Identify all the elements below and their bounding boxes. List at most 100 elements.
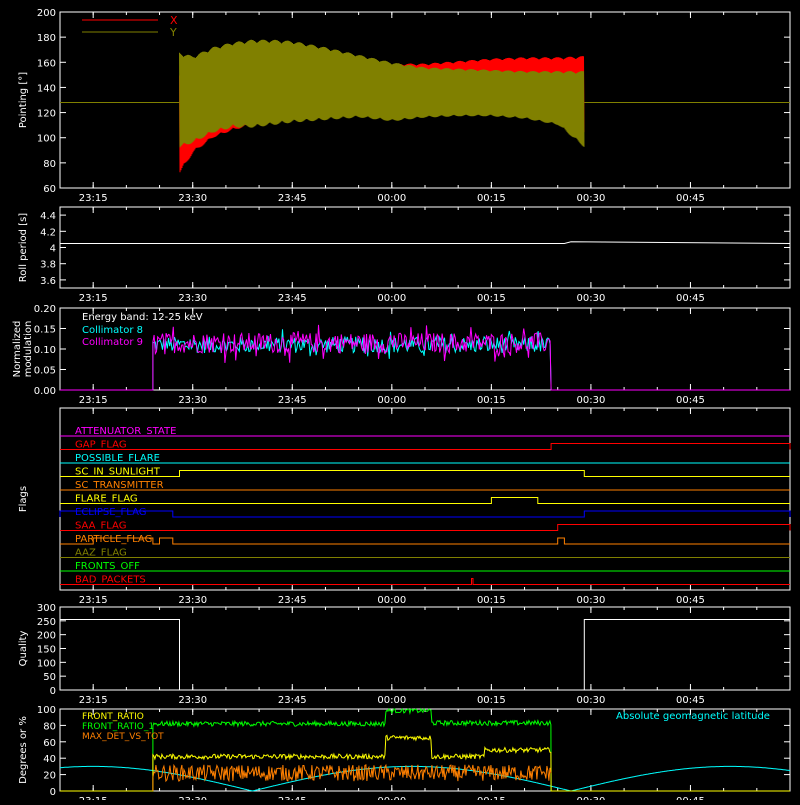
flag-label-possible-flare: POSSIBLE_FLARE [75, 453, 160, 464]
y-tick-label: 40 [43, 754, 56, 765]
x-tick-label: 00:30 [576, 595, 605, 606]
y-tick-label: 250 [37, 617, 56, 628]
flag-label-fronts-off: FRONTS_OFF [75, 561, 140, 572]
x-tick-label: 23:15 [79, 695, 108, 706]
y-tick-label: 160 [37, 58, 56, 69]
x-tick-label: 23:45 [278, 796, 307, 800]
x-tick-label: 00:30 [576, 796, 605, 800]
y-tick-label: 4.4 [40, 211, 56, 222]
x-tick-label: 00:15 [477, 695, 506, 706]
series-collimator-8 [60, 329, 790, 391]
x-tick-label: 00:15 [477, 796, 506, 800]
y-tick-label: 300 [37, 603, 56, 614]
y-tick-label: 20 [43, 771, 56, 782]
series-y [179, 39, 585, 148]
flag-label-sc-transmitter: SC_TRANSMITTER [75, 480, 164, 491]
x-tick-label: 00:30 [576, 695, 605, 706]
legend-label-max-det-vs-tot: MAX_DET_VS_TOT [82, 732, 164, 742]
y-tick-label: 4.2 [40, 227, 56, 238]
x-tick-label: 23:15 [79, 395, 108, 406]
y-axis-label: Pointing [°] [18, 72, 29, 128]
flag-label-flare-flag: FLARE_FLAG [75, 494, 138, 505]
rhessi-summary-figure: 23:15 23:30 23:45 00:00 00:15 00:30 00:45 Point… [0, 0, 800, 805]
x-tick-label: 00:15 [477, 193, 506, 204]
x-tick-label: 00:45 [676, 395, 705, 406]
y-tick-label: 3.6 [40, 276, 56, 287]
flag-line-particle-flag [60, 537, 790, 545]
flag-label-eclipse-flag: ECLIPSE_FLAG [75, 507, 146, 518]
x-tick-label: 00:45 [676, 595, 705, 606]
figure-canvas: 23:15 23:30 23:45 00:00 00:15 00:30 00:45 Point… [12, 8, 791, 805]
x-tick-label: 00:00 [377, 595, 406, 606]
panel-1: 23:15 23:30 23:45 00:00 00:15 00:30 00:45 Point… [18, 8, 791, 204]
x-tick-label: 23:30 [178, 193, 207, 204]
flag-line-bad-packets [60, 578, 790, 585]
flag-label-aaz-flag: AAZ_FLAG [75, 548, 127, 559]
y-axis-label: Roll period [s] [18, 213, 29, 282]
flag-line-gap-flag [60, 443, 791, 450]
flag-label-gap-flag: GAP_FLAG [75, 440, 127, 451]
energy-band-annotation: Energy band: 12-25 keV [82, 312, 203, 323]
y-tick-label: 0.15 [34, 325, 56, 336]
legend-label-front-ratio-1: FRONT_RATIO_1 [82, 722, 154, 732]
flag-label-sc-in-sunlight: SC_IN_SUNLIGHT [75, 467, 161, 478]
x-tick-label: 23:30 [178, 796, 207, 800]
legend-label-y: Y [169, 26, 177, 39]
y-tick-label: 80 [43, 159, 56, 170]
y-tick-label: 50 [43, 672, 56, 683]
x-tick-label: 23:30 [178, 293, 207, 304]
x-tick-label: 00:30 [576, 395, 605, 406]
series-quality [60, 619, 790, 691]
x-tick-label: 23:45 [278, 595, 307, 606]
x-tick-label: 00:00 [377, 193, 406, 204]
x-tick-label: 00:15 [477, 293, 506, 304]
y-axis-label: Degrees or % [18, 716, 29, 784]
series-collimator-9 [60, 324, 790, 391]
panel-5: 23:15 23:30 23:45 00:00 00:15 00:30 00:45 Quali… [18, 603, 791, 706]
y-tick-label: 0.10 [34, 345, 56, 356]
x-tick-label: 23:45 [278, 695, 307, 706]
flag-line-eclipse-flag [59, 510, 791, 518]
legend-label-geomagnetic-latitude: Absolute geomagnetic latitude [616, 711, 770, 722]
y-tick-label: 4 [50, 244, 56, 255]
y-tick-label: 0 [50, 787, 56, 798]
y-tick-label: 60 [43, 184, 56, 195]
series-roll-period [60, 241, 791, 244]
flag-label-particle-flag: PARTICLE_FLAG [75, 534, 152, 545]
x-tick-label: 00:00 [377, 395, 406, 406]
flag-line-sc-in-sunlight [60, 470, 790, 477]
y-tick-label: 0.20 [34, 304, 56, 315]
x-tick-label: 23:15 [79, 595, 108, 606]
y-tick-label: 150 [37, 645, 56, 656]
y-tick-label: 100 [37, 658, 56, 669]
x-tick-label: 00:45 [676, 695, 705, 706]
x-tick-label: 23:30 [178, 695, 207, 706]
x-tick-label: 23:30 [178, 395, 207, 406]
x-tick-label: 23:15 [79, 193, 108, 204]
x-tick-label: 00:00 [377, 293, 406, 304]
panel-2: 23:15 23:30 23:45 00:00 00:15 00:30 00:45 Roll … [18, 206, 791, 304]
panel-6: 23:15 23:30 23:45 00:00 00:15 00:30 00:45 Degre… [18, 705, 791, 805]
y-tick-label: 3.8 [40, 260, 56, 271]
x-tick-label: 23:45 [278, 193, 307, 204]
x-tick-label: 00:45 [676, 796, 705, 800]
flag-line-saa-flag [60, 524, 791, 531]
x-tick-label: 00:00 [377, 695, 406, 706]
legend-label-collimator-8: Collimator 8 [82, 325, 143, 336]
x-tick-label: 23:15 [79, 796, 108, 800]
x-tick-label: 00:15 [477, 395, 506, 406]
flag-label-saa-flag: SAA_FLAG [75, 521, 126, 532]
flag-line-flare-flag [60, 497, 790, 504]
x-tick-label: 23:30 [178, 595, 207, 606]
legend-label-collimator-9: Collimator 9 [82, 337, 143, 348]
x-tick-label: 00:45 [676, 193, 705, 204]
panel-4: 23:15 23:30 23:45 00:00 00:15 00:30 00:45 Flags… [18, 407, 791, 606]
y-axis-label: Flags [18, 486, 29, 512]
y-axis-label: Quality [18, 631, 29, 667]
x-tick-label: 00:30 [576, 293, 605, 304]
series-front-ratio [60, 734, 790, 792]
panel-3: 23:15 23:30 23:45 00:00 00:15 00:30 00:45 Norma… [12, 304, 791, 406]
x-tick-label: 23:45 [278, 293, 307, 304]
y-tick-label: 80 [43, 721, 56, 732]
x-tick-label: 00:45 [676, 293, 705, 304]
